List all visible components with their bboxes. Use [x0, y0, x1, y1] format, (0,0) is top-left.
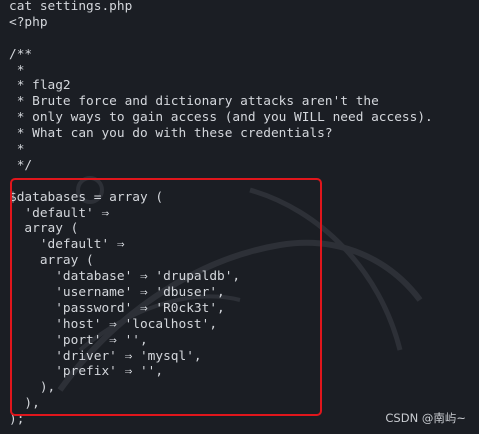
watermark-credit: CSDN @南屿~	[385, 411, 466, 425]
code-line: */	[9, 157, 33, 173]
code-line: <?php	[9, 14, 48, 30]
code-line: /**	[9, 46, 33, 62]
code-line: *	[9, 142, 25, 158]
code-line: *	[9, 62, 25, 78]
highlight-box	[10, 178, 322, 416]
code-line: * only ways to gain access (and you WILL…	[9, 110, 433, 126]
code-line: * What can you do with these credentials…	[9, 126, 333, 142]
code-line: * Brute force and dictionary attacks are…	[9, 94, 379, 110]
code-line: * flag2	[9, 78, 71, 94]
terminal-window[interactable]: cat settings.php <?php /** * * flag2 * B…	[0, 0, 479, 434]
code-line: cat settings.php	[9, 0, 133, 14]
